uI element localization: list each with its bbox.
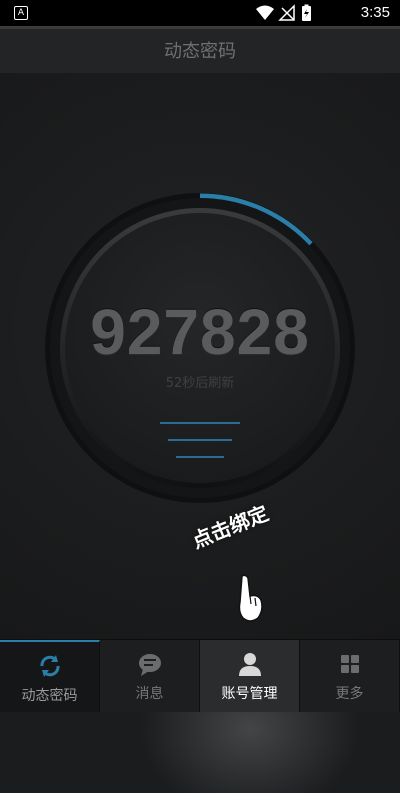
no-signal-icon	[278, 4, 295, 21]
chat-bubble-icon	[136, 650, 164, 682]
tab-more[interactable]: 更多	[300, 640, 400, 712]
app-header: 动态密码	[0, 26, 400, 73]
pointing-hand-icon	[234, 574, 266, 628]
grid-icon	[336, 650, 364, 682]
page-title: 动态密码	[164, 41, 236, 62]
app-notification-icon: A	[14, 6, 28, 20]
refresh-icon	[36, 652, 64, 684]
main-content: 927828 52秒后刷新 点击绑定	[0, 73, 400, 793]
battery-charging-icon	[302, 4, 311, 21]
tab-label: 更多	[335, 686, 364, 702]
user-icon	[236, 650, 264, 682]
tab-label: 消息	[135, 686, 164, 702]
tab-messages[interactable]: 消息	[100, 640, 200, 712]
tab-dynamic-password[interactable]: 动态密码	[0, 640, 100, 712]
status-icons	[254, 4, 340, 26]
tab-label: 账号管理	[221, 686, 278, 702]
tab-label: 动态密码	[21, 688, 78, 704]
otp-code: 927828	[90, 296, 310, 368]
status-bar: A 3:35	[0, 0, 400, 26]
bottom-tab-bar: 动态密码 消息 账号管理 更多	[0, 639, 400, 712]
refresh-countdown: 52秒后刷新	[165, 376, 235, 391]
wifi-icon	[256, 5, 274, 20]
tab-account-management[interactable]: 账号管理	[200, 640, 300, 712]
clock: 3:35	[360, 4, 390, 21]
